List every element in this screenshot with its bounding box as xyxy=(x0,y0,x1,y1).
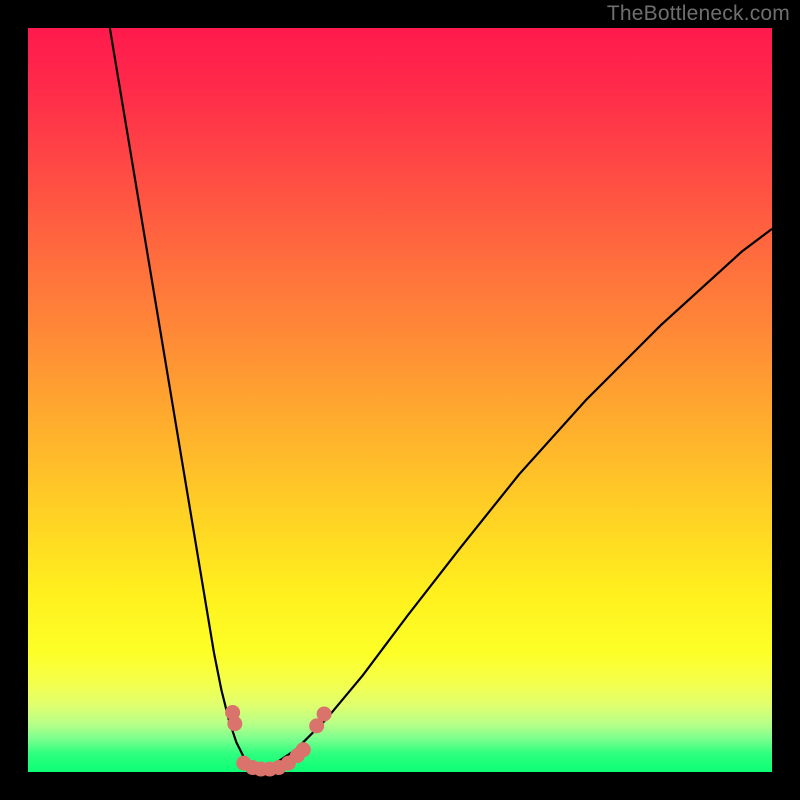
marker-dot xyxy=(317,706,332,721)
watermark-text: TheBottleneck.com xyxy=(607,2,790,26)
left-curve-path xyxy=(110,28,259,772)
plot-area xyxy=(28,28,772,772)
curve-group xyxy=(110,28,772,772)
chart-svg xyxy=(28,28,772,772)
marker-group xyxy=(225,705,332,777)
marker-dot xyxy=(227,716,242,731)
marker-dot xyxy=(296,742,311,757)
chart-frame: TheBottleneck.com xyxy=(0,0,800,800)
right-curve-path xyxy=(259,229,772,772)
